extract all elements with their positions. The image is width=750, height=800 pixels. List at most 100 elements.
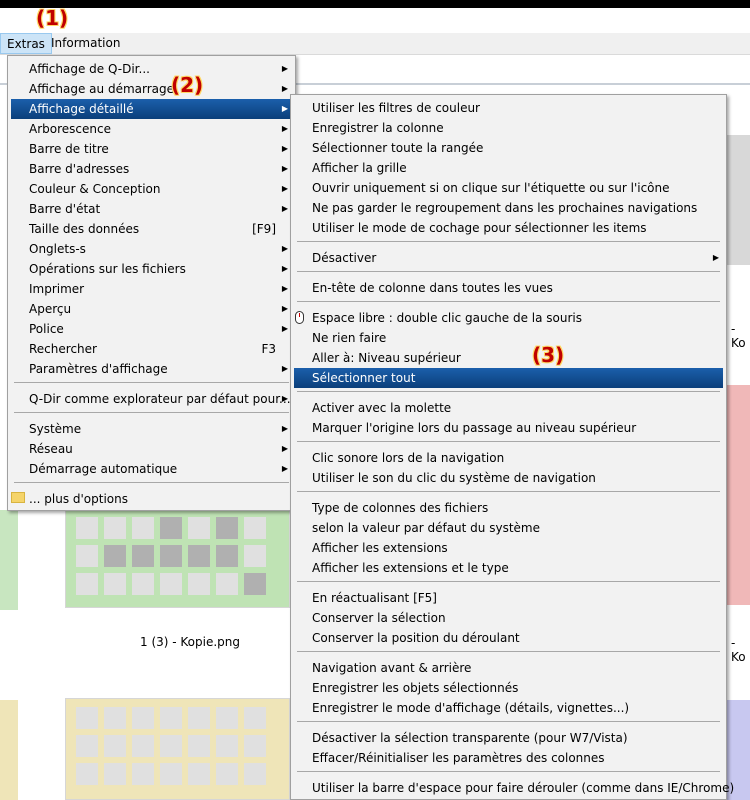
annotation-2: (2): [171, 73, 204, 97]
detailed-item-afficher-les-extensions[interactable]: Afficher les extensions: [294, 538, 723, 558]
thumbnail-yellow[interactable]: [65, 698, 290, 800]
menu-item-label: Désactiver: [312, 251, 377, 265]
menu-separator: [297, 771, 720, 772]
menu-separator: [297, 441, 720, 442]
extras-item-reseau[interactable]: Réseau ▶: [11, 439, 292, 459]
extras-item-demarrage-automatique[interactable]: Démarrage automatique ▶: [11, 459, 292, 479]
menu-item-label: Utiliser la barre d'espace pour faire dé…: [312, 781, 735, 795]
extras-item-plus-d-options[interactable]: ... plus d'options: [11, 489, 292, 509]
detailed-item-ne-rien-faire[interactable]: Ne rien faire: [294, 328, 723, 348]
detailed-item-type-de-colonnes-des-fichiers[interactable]: Type de colonnes des fichiers: [294, 498, 723, 518]
extras-item-couleur-conception[interactable]: Couleur & Conception ▶: [11, 179, 292, 199]
menu-bar: Extras Information: [0, 33, 750, 55]
extras-item-affichage-detaille[interactable]: Affichage détaillé ▶: [11, 99, 292, 119]
detailed-item-utiliser-le-son-du-clic-du-systeme-de-navigation[interactable]: Utiliser le son du clic du système de na…: [294, 468, 723, 488]
submenu-arrow-icon: ▶: [281, 144, 288, 153]
extras-item-barre-de-titre[interactable]: Barre de titre ▶: [11, 139, 292, 159]
detailed-item-conserver-la-position-du-deroulant[interactable]: Conserver la position du déroulant: [294, 628, 723, 648]
detailed-item-enregistrer-la-colonne[interactable]: Enregistrer la colonne: [294, 118, 723, 138]
extras-item-parametres-d-affichage[interactable]: Paramètres d'affichage ▶: [11, 359, 292, 379]
thumbnail-gray-right[interactable]: [724, 135, 750, 265]
submenu-arrow-icon: ▶: [281, 424, 288, 433]
thumbnail-red-right[interactable]: [724, 385, 750, 605]
extras-item-affichage-de-q-dir[interactable]: Affichage de Q-Dir... ▶: [11, 59, 292, 79]
detailed-item-desactiver[interactable]: Désactiver ▶: [294, 248, 723, 268]
menu-item-label: Utiliser le son du clic du système de na…: [312, 471, 596, 485]
detailed-item-afficher-les-extensions-et-le-type[interactable]: Afficher les extensions et le type: [294, 558, 723, 578]
extras-item-barre-d-etat[interactable]: Barre d'état ▶: [11, 199, 292, 219]
menu-item-label: Barre de titre: [29, 142, 109, 156]
menu-item-label: Ouvrir uniquement si on clique sur l'éti…: [312, 181, 670, 195]
annotation-3: (3): [532, 343, 565, 367]
menu-item-label: Utiliser les filtres de couleur: [312, 101, 480, 115]
detailed-item-conserver-la-selection[interactable]: Conserver la sélection: [294, 608, 723, 628]
menu-item-label: Enregistrer le mode d'affichage (détails…: [312, 701, 630, 715]
extras-item-operations-sur-les-fichiers[interactable]: Opérations sur les fichiers ▶: [11, 259, 292, 279]
menu-item-label: Imprimer: [29, 282, 85, 296]
extras-item-rechercher[interactable]: Rechercher F3: [11, 339, 292, 359]
detailed-item-ouvrir-uniquement-si-on-clique-sur-l-etiquette-ou-sur-l-icone[interactable]: Ouvrir uniquement si on clique sur l'éti…: [294, 178, 723, 198]
extras-item-q-dir-comme-explorateur-par-defaut-pour[interactable]: Q-Dir comme explorateur par défaut pour.…: [11, 389, 292, 409]
detailed-item-marquer-l-origine-lors-du-passage-au-niveau-superieur[interactable]: Marquer l'origine lors du passage au niv…: [294, 418, 723, 438]
detailed-item-utiliser-le-mode-de-cochage-pour-selectionner-les-items[interactable]: Utiliser le mode de cochage pour sélecti…: [294, 218, 723, 238]
menu-item-label: Enregistrer la colonne: [312, 121, 444, 135]
detailed-item-en-tete-de-colonne-dans-toutes-les-vues[interactable]: En-tête de colonne dans toutes les vues: [294, 278, 723, 298]
detailed-item-en-reactualisant-f5[interactable]: En réactualisant [F5]: [294, 588, 723, 608]
extras-item-apercu[interactable]: Aperçu ▶: [11, 299, 292, 319]
submenu-arrow-icon: ▶: [281, 304, 288, 313]
menu-item-label: Opérations sur les fichiers: [29, 262, 186, 276]
menu-item-label: Police: [29, 322, 64, 336]
detailed-item-activer-avec-la-molette[interactable]: Activer avec la molette: [294, 398, 723, 418]
thumbnail-yellow-left[interactable]: [0, 700, 18, 800]
detailed-item-selectionner-tout[interactable]: Sélectionner tout: [294, 368, 723, 388]
detailed-item-aller-a-niveau-superieur[interactable]: Aller à: Niveau supérieur: [294, 348, 723, 368]
thumbnail-green-left[interactable]: [0, 510, 18, 610]
menu-item-label: Démarrage automatique: [29, 462, 178, 476]
menu-item-label: Conserver la position du déroulant: [312, 631, 520, 645]
menu-item-label: Paramètres d'affichage: [29, 362, 168, 376]
extras-item-systeme[interactable]: Système ▶: [11, 419, 292, 439]
detailed-item-utiliser-les-filtres-de-couleur[interactable]: Utiliser les filtres de couleur: [294, 98, 723, 118]
detailed-item-selectionner-toute-la-rangee[interactable]: Sélectionner toute la rangée: [294, 138, 723, 158]
extras-item-affichage-au-demarrage[interactable]: Affichage au démarrage ▶: [11, 79, 292, 99]
menu-separator: [297, 651, 720, 652]
detailed-item-afficher-la-grille[interactable]: Afficher la grille: [294, 158, 723, 178]
menu-information[interactable]: Information: [45, 33, 126, 54]
menu-item-label: Système: [29, 422, 82, 436]
menu-item-label: Utiliser le mode de cochage pour sélecti…: [312, 221, 647, 235]
thumbnail-green[interactable]: [65, 508, 290, 608]
menu-item-label: Affichage de Q-Dir...: [29, 62, 150, 76]
detailed-item-enregistrer-les-objets-selectionnes[interactable]: Enregistrer les objets sélectionnés: [294, 678, 723, 698]
menu-item-label: Afficher la grille: [312, 161, 407, 175]
menu-item-label: Arborescence: [29, 122, 111, 136]
thumbnail-caption-right: - Ko: [731, 322, 746, 350]
extras-item-onglets-s[interactable]: Onglets-s ▶: [11, 239, 292, 259]
submenu-arrow-icon: ▶: [712, 253, 719, 262]
detailed-item-clic-sonore-lors-de-la-navigation[interactable]: Clic sonore lors de la navigation: [294, 448, 723, 468]
detailed-item-utiliser-la-barre-d-espace-pour-faire-derouler-comme-dans-ie-chrome[interactable]: Utiliser la barre d'espace pour faire dé…: [294, 778, 734, 798]
menu-item-label: Taille des données: [29, 222, 140, 236]
menu-item-label: Espace libre : double clic gauche de la …: [312, 311, 583, 325]
detailed-item-effacer-reinitialiser-les-parametres-des-colonnes[interactable]: Effacer/Réinitialiser les paramètres des…: [294, 748, 723, 768]
submenu-arrow-icon: ▶: [281, 324, 288, 333]
detailed-item-navigation-avant-arriere[interactable]: Navigation avant & arrière: [294, 658, 723, 678]
menu-item-label: Clic sonore lors de la navigation: [312, 451, 505, 465]
extras-item-barre-d-adresses[interactable]: Barre d'adresses ▶: [11, 159, 292, 179]
menu-separator: [14, 382, 289, 383]
thumbnail-caption: 1 (3) - Kopie.png: [140, 635, 241, 649]
extras-item-police[interactable]: Police ▶: [11, 319, 292, 339]
menu-item-label: Sélectionner tout: [312, 371, 416, 385]
detailed-item-ne-pas-garder-le-regroupement-dans-les-prochaines-navigations[interactable]: Ne pas garder le regroupement dans les p…: [294, 198, 723, 218]
detailed-item-selon-la-valeur-par-defaut-du-systeme[interactable]: selon la valeur par défaut du système: [294, 518, 723, 538]
menu-item-label: Aller à: Niveau supérieur: [312, 351, 461, 365]
extras-item-arborescence[interactable]: Arborescence ▶: [11, 119, 292, 139]
menu-item-label: Afficher les extensions: [312, 541, 448, 555]
menu-item-label: En-tête de colonne dans toutes les vues: [312, 281, 553, 295]
submenu-arrow-icon: ▶: [281, 184, 288, 193]
detailed-item-desactiver-la-selection-transparente-pour-w7-vista[interactable]: Désactiver la sélection transparente (po…: [294, 728, 723, 748]
extras-item-imprimer[interactable]: Imprimer ▶: [11, 279, 292, 299]
detailed-item-enregistrer-le-mode-d-affichage-details-vignettes[interactable]: Enregistrer le mode d'affichage (détails…: [294, 698, 723, 718]
detailed-item-espace-libre-double-clic-gauche-de-la-souris[interactable]: Espace libre : double clic gauche de la …: [294, 308, 723, 328]
extras-item-taille-des-donnees[interactable]: Taille des données [F9]: [11, 219, 292, 239]
menu-separator: [297, 391, 720, 392]
